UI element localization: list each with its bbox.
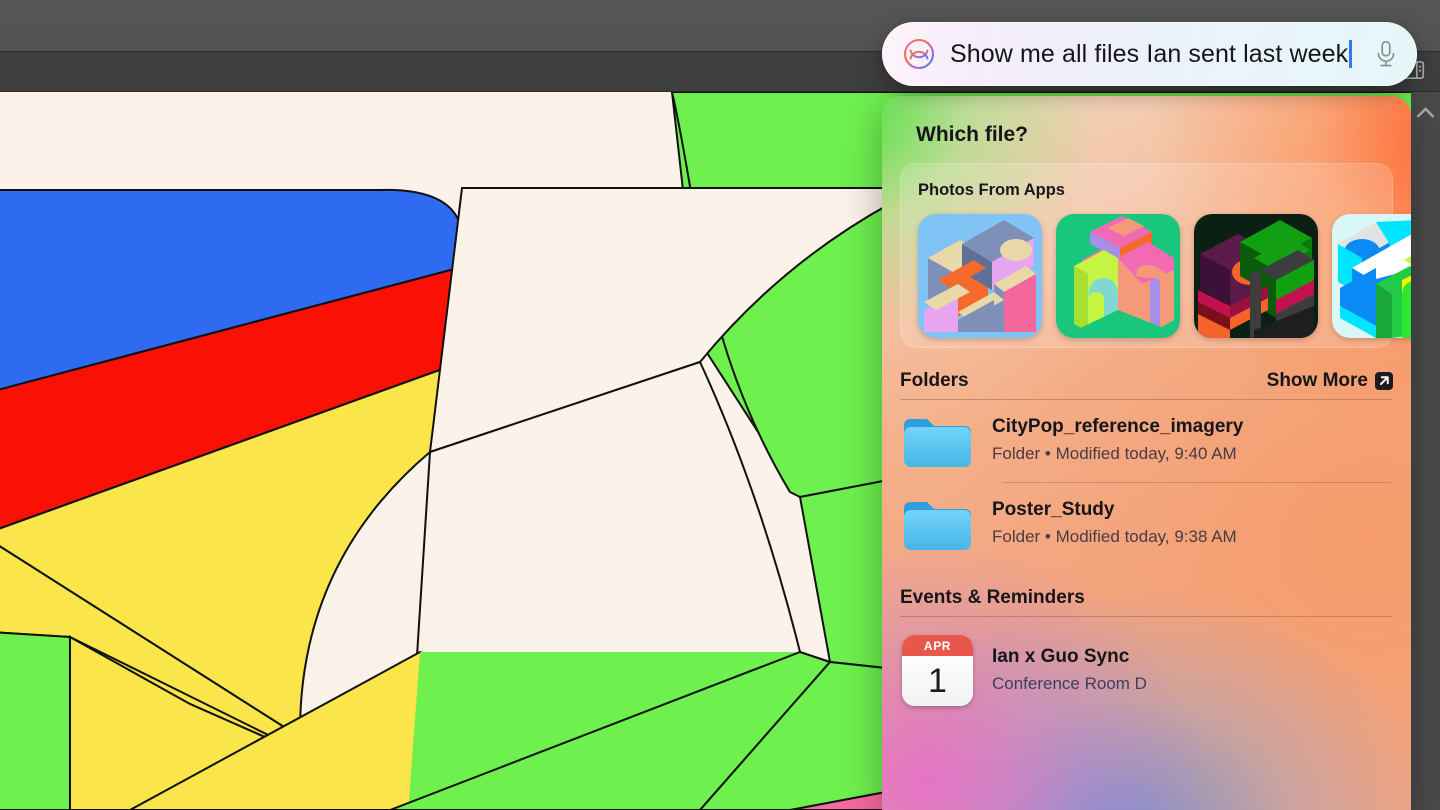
text-caret [1349,40,1352,68]
folder-row-citypop[interactable]: CityPop_reference_imagery Folder • Modif… [898,400,1395,482]
isometric-letter-artwork-2[interactable] [1056,214,1180,338]
show-more-button[interactable]: Show More [1267,370,1393,392]
folder-meta: Folder • Modified today, 9:38 AM [992,527,1237,547]
folders-section-title: Folders [900,370,969,391]
isometric-letter-artwork-3[interactable] [1194,214,1318,338]
folder-meta: Folder • Modified today, 9:40 AM [992,444,1237,464]
folder-icon [902,496,973,552]
photos-from-apps-card: Photos From Apps [900,163,1411,348]
siri-results-panel: Which file? Photos From Apps Folders Sho… [882,96,1411,810]
events-section-header: Events & Reminders [898,565,1395,616]
isometric-letter-artwork-1[interactable] [918,214,1042,338]
siri-search-field[interactable]: Show me all files Ian sent last week [882,22,1417,86]
event-title: Ian x Guo Sync [992,645,1130,667]
photos-card-title: Photos From Apps [918,181,1065,199]
open-external-icon [1375,372,1393,390]
show-more-label: Show More [1266,370,1368,391]
events-section-title: Events & Reminders [900,587,1085,608]
folder-name: CityPop_reference_imagery [992,416,1244,438]
folder-icon [902,413,973,469]
event-row-ian-guo-sync[interactable]: APR 1 Ian x Guo Sync Conference Room D [898,617,1395,719]
search-input[interactable]: Show me all files Ian sent last week [950,40,1359,69]
photo-thumbnail-strip [918,214,1411,338]
calendar-icon: APR 1 [902,635,973,706]
calendar-day: 1 [902,656,973,706]
calendar-month: APR [902,635,973,656]
folder-row-poster-study[interactable]: Poster_Study Folder • Modified today, 9:… [898,483,1395,565]
folders-section-header: Folders Show More [898,348,1395,399]
panel-title: Which file? [916,123,1028,146]
apple-intelligence-icon [902,37,936,71]
isometric-letter-artwork-4[interactable] [1332,214,1411,338]
microphone-icon[interactable] [1373,39,1399,69]
search-query-text: Show me all files Ian sent last week [950,39,1349,68]
event-subtitle: Conference Room D [992,673,1147,693]
chevron-up-icon[interactable] [1411,100,1440,124]
folder-name: Poster_Study [992,499,1115,521]
right-rail [1411,92,1440,810]
